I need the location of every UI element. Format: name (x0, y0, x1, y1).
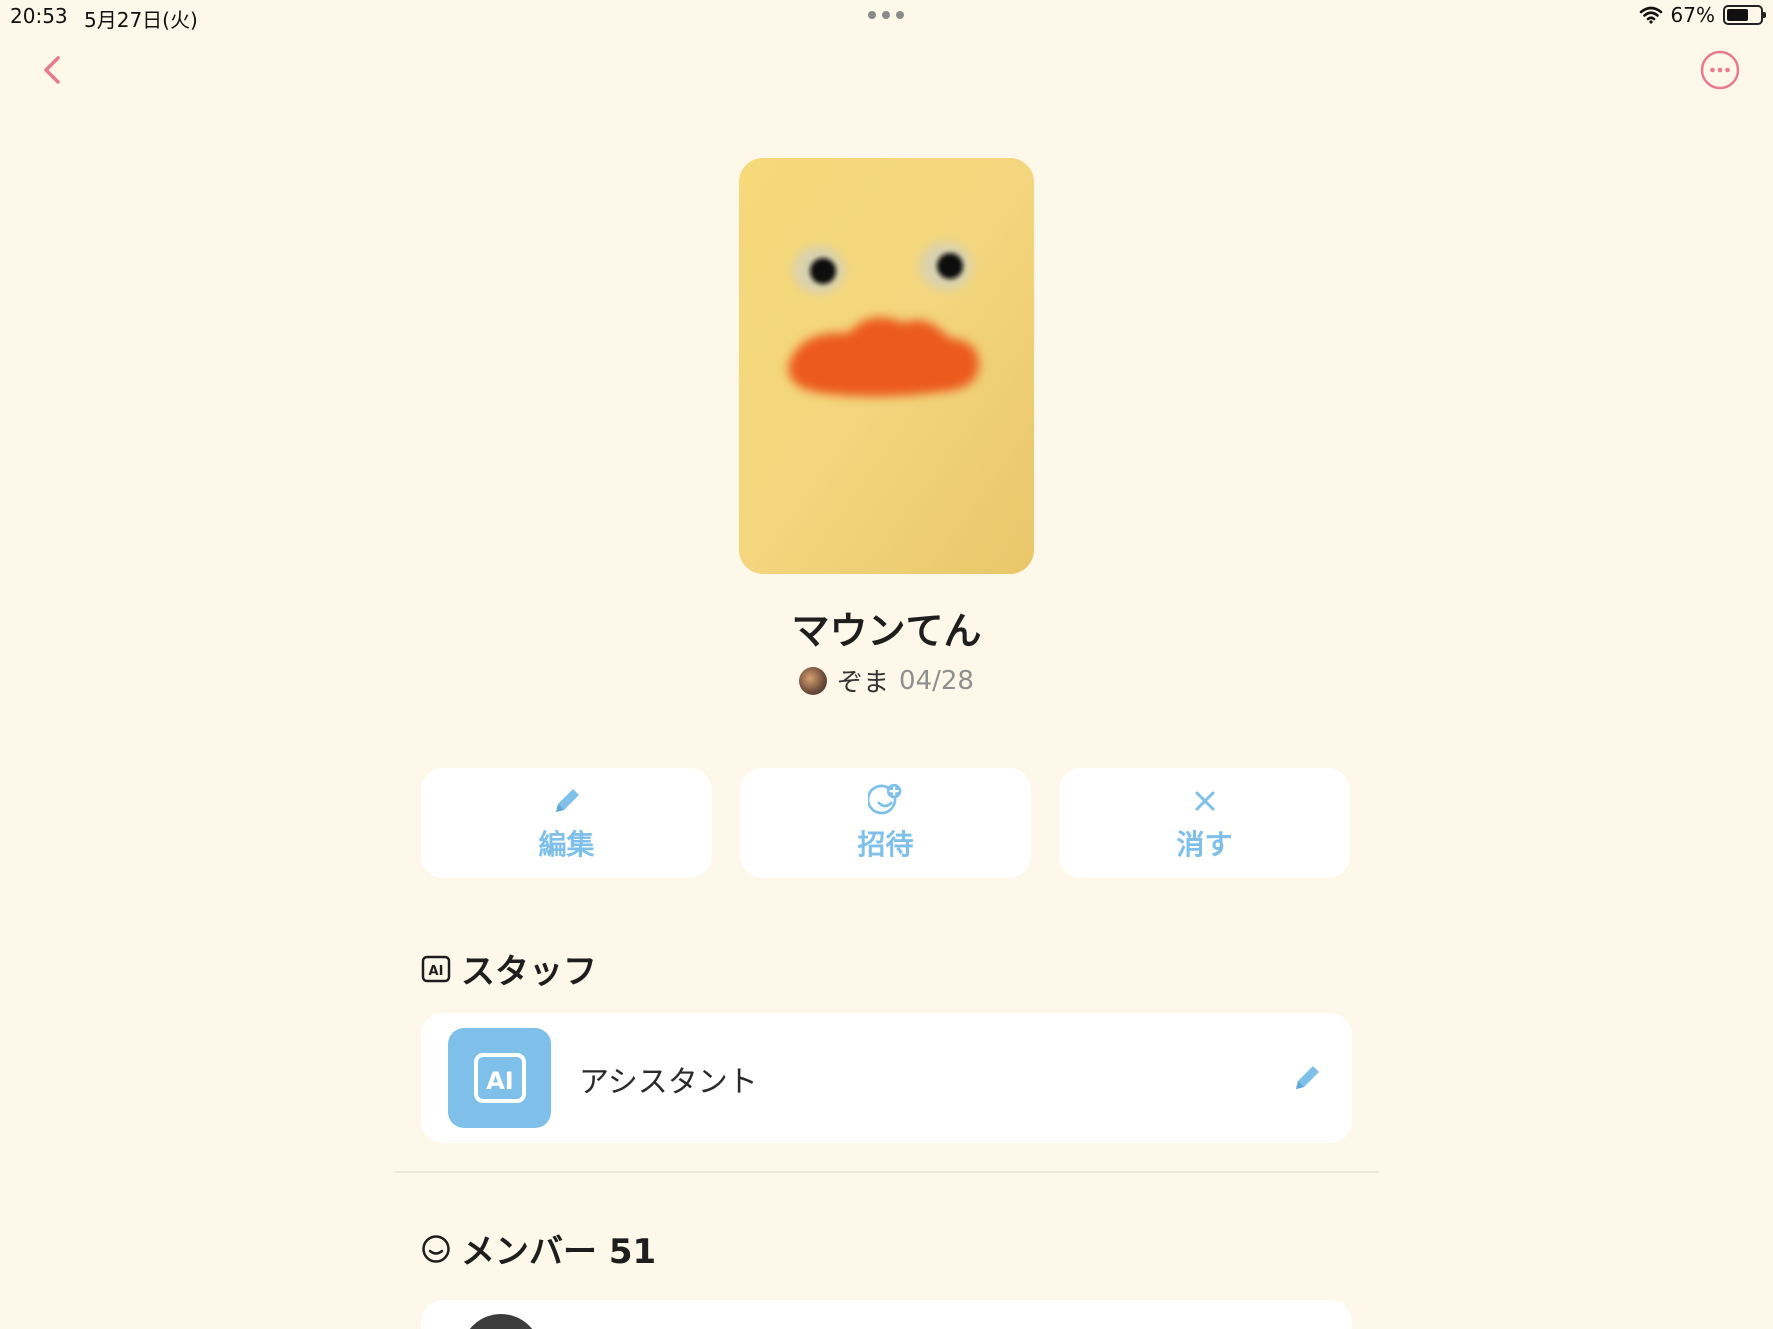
assistant-avatar: AI (448, 1028, 551, 1128)
leave-label: 消す (1176, 828, 1233, 861)
svg-text:AI: AI (429, 964, 444, 979)
member-list-item[interactable] (421, 1300, 1352, 1329)
edit-button[interactable]: 編集 (421, 768, 712, 878)
staff-heading: AI スタッフ (421, 944, 597, 993)
pencil-icon (549, 783, 585, 819)
creator-avatar[interactable] (799, 666, 828, 695)
action-buttons: 編集 招待 消す (421, 768, 1350, 878)
members-heading: メンバー 51 (421, 1224, 656, 1273)
status-bar: 20:53 5月27日(火) 67% (0, 0, 1773, 34)
section-divider (395, 1171, 1379, 1173)
assistant-name: アシスタント (579, 1065, 758, 1100)
back-button[interactable] (36, 50, 70, 90)
svg-text:AI: AI (486, 1067, 514, 1095)
leave-button[interactable]: 消す (1059, 768, 1350, 878)
pencil-icon (1296, 1066, 1319, 1089)
smiley-icon (422, 1234, 450, 1263)
invite-label: 招待 (857, 828, 914, 861)
wifi-icon (1639, 6, 1662, 24)
group-detail-page: 20:53 5月27日(火) 67% マウンてん ぞま 04/28 編集 招待 … (0, 0, 1773, 1329)
staff-item-assistant[interactable]: AI アシスタント (421, 1013, 1352, 1143)
created-date: 04/28 (899, 665, 974, 696)
members-heading-label: メンバー 51 (461, 1232, 657, 1272)
battery-icon (1723, 5, 1766, 25)
status-indicators: 67% (1639, 3, 1766, 27)
multitask-dots-icon[interactable] (868, 11, 904, 19)
creator-info: ぞま 04/28 (0, 662, 1773, 699)
ai-icon: AI (473, 1053, 526, 1103)
edit-label: 編集 (538, 828, 595, 861)
member-avatar (461, 1314, 541, 1329)
chevron-left-icon (44, 56, 60, 84)
assistant-edit-button[interactable] (1290, 1061, 1326, 1097)
status-date: 5月27日(火) (84, 8, 198, 32)
group-cover-image[interactable] (739, 158, 1034, 574)
status-time: 20:53 (10, 4, 68, 28)
invite-button[interactable]: 招待 (740, 768, 1031, 878)
staff-heading-label: スタッフ (461, 952, 597, 992)
ai-badge-icon: AI (421, 955, 451, 982)
battery-level (1727, 9, 1749, 21)
more-options-button[interactable] (1700, 50, 1740, 90)
add-smiley-icon (867, 783, 904, 819)
group-name: マウンてん (791, 609, 982, 653)
close-icon (1187, 783, 1223, 819)
battery-percentage: 67% (1670, 3, 1715, 27)
ellipsis-circle-icon (1700, 50, 1740, 90)
creator-name[interactable]: ぞま (837, 662, 889, 699)
